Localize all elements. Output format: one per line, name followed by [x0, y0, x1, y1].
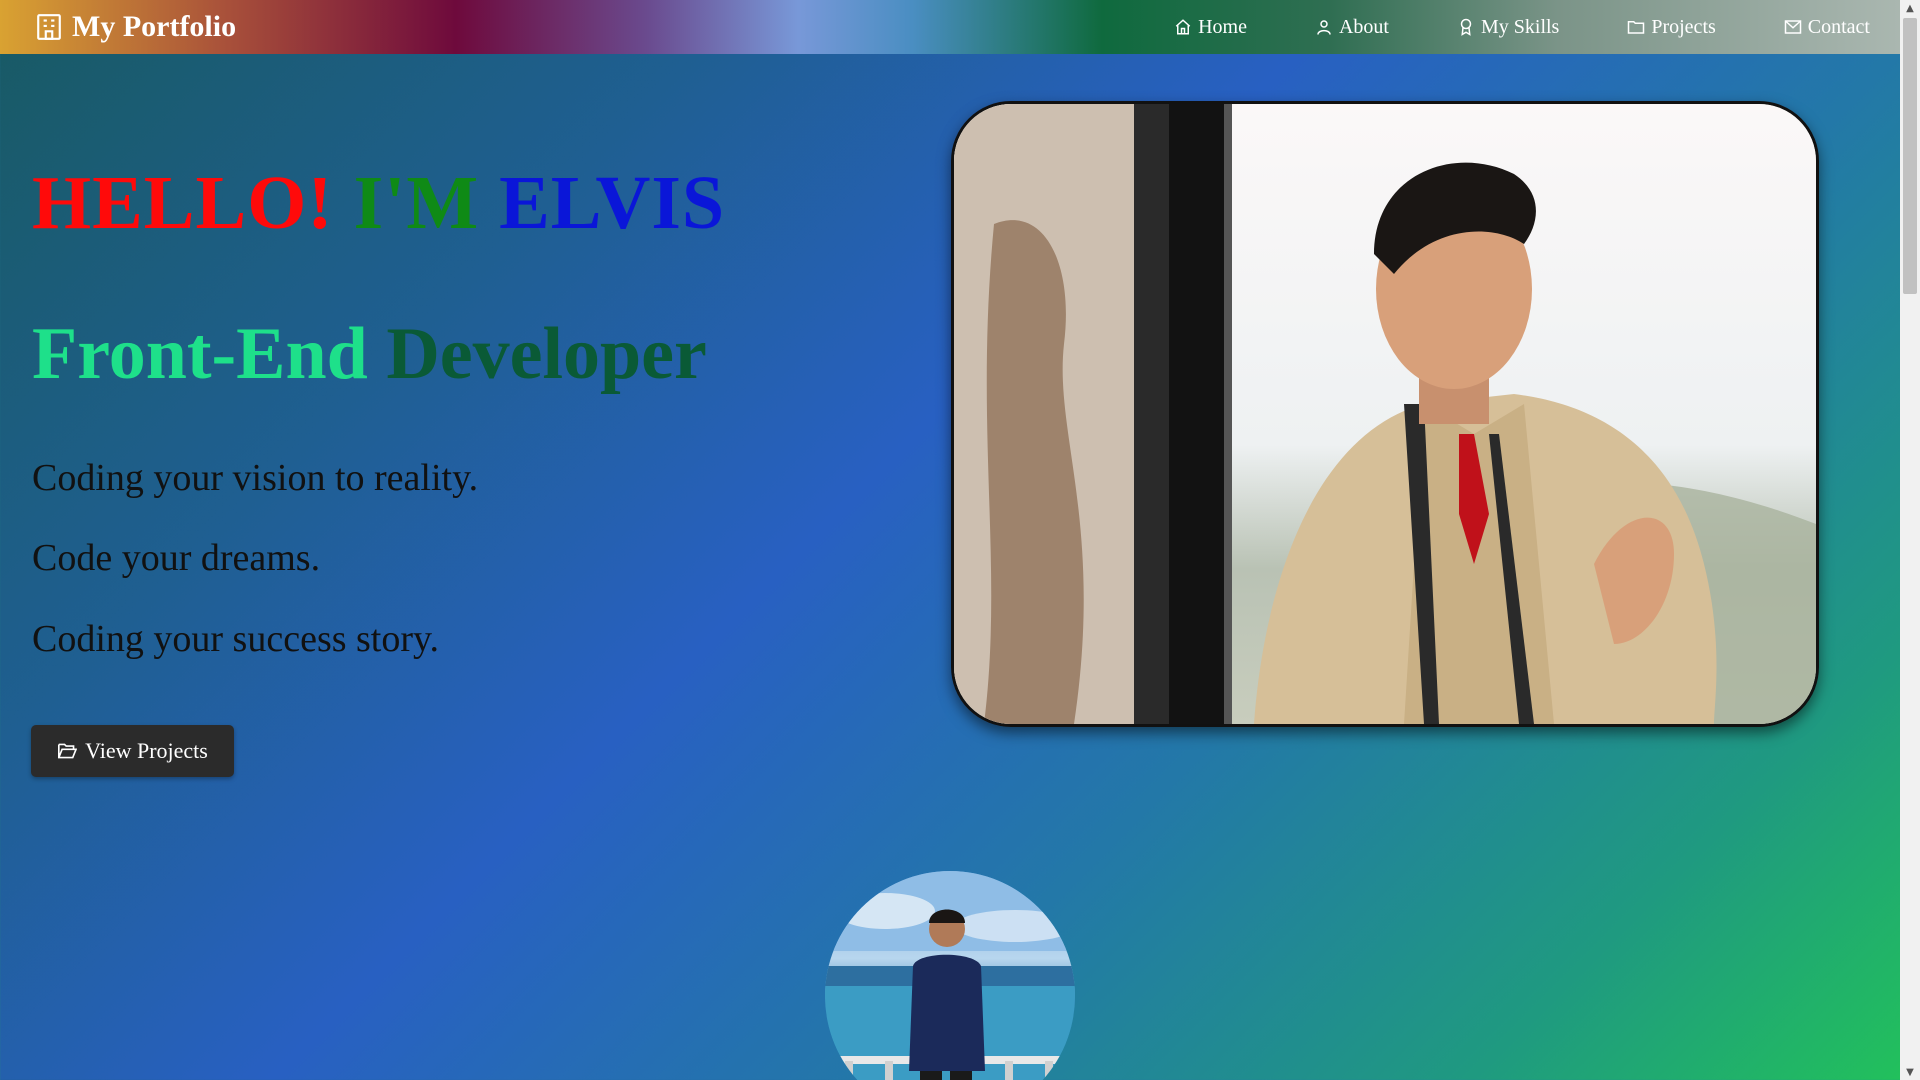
- building-icon: [37, 14, 61, 40]
- scroll-thumb[interactable]: [1903, 18, 1917, 294]
- top-navbar: My Portfolio Home About My Skills Projec…: [0, 0, 1900, 54]
- nav-projects-label: Projects: [1651, 15, 1716, 38]
- award-icon: [1460, 18, 1472, 36]
- greeting-name: ELVIS: [499, 161, 726, 245]
- tagline-3: Coding your success story.: [32, 618, 440, 660]
- user-icon: [1317, 20, 1331, 35]
- portrait-illustration: [954, 104, 1816, 724]
- folder-icon: [1628, 21, 1645, 34]
- role-developer: Developer: [386, 313, 707, 395]
- mail-icon: [1784, 20, 1802, 34]
- greeting-im: I'M: [353, 161, 480, 245]
- role-front-end: Front-End: [32, 313, 368, 395]
- nav-home[interactable]: Home: [1174, 16, 1247, 39]
- nav-contact[interactable]: Contact: [1784, 16, 1870, 39]
- hero-role: Front-End Developer: [32, 312, 707, 397]
- greeting-hello: HELLO!: [32, 161, 334, 245]
- profile-avatar: [825, 871, 1075, 1080]
- view-projects-button[interactable]: View Projects: [31, 725, 234, 777]
- brand-title: My Portfolio: [72, 10, 237, 43]
- tagline-2: Code your dreams.: [32, 537, 321, 579]
- page-scrollbar[interactable]: ▲ ▼: [1900, 0, 1920, 1080]
- nav-skills-label: My Skills: [1480, 15, 1560, 38]
- folder-open-icon: [58, 743, 78, 759]
- nav-skills[interactable]: My Skills: [1457, 16, 1559, 39]
- tagline-1: Coding your vision to reality.: [32, 457, 479, 499]
- nav-about-label: About: [1338, 15, 1389, 38]
- hero-greeting: HELLO! I'M ELVIS: [32, 160, 725, 247]
- nav-projects[interactable]: Projects: [1627, 15, 1716, 39]
- nav-menu: Home About My Skills Projects Contact: [1174, 0, 1870, 54]
- scroll-up-arrow-icon[interactable]: ▲: [1900, 0, 1920, 16]
- home-icon: [1175, 19, 1191, 35]
- nav-contact-label: Contact: [1807, 15, 1870, 38]
- nav-about[interactable]: About: [1315, 16, 1389, 39]
- avatar-illustration: [825, 871, 1075, 1080]
- hero-portrait-photo: [951, 101, 1819, 727]
- view-projects-label: View Projects: [85, 738, 208, 763]
- scroll-down-arrow-icon[interactable]: ▼: [1900, 1064, 1920, 1080]
- nav-home-label: Home: [1198, 15, 1247, 38]
- brand[interactable]: My Portfolio: [36, 10, 236, 44]
